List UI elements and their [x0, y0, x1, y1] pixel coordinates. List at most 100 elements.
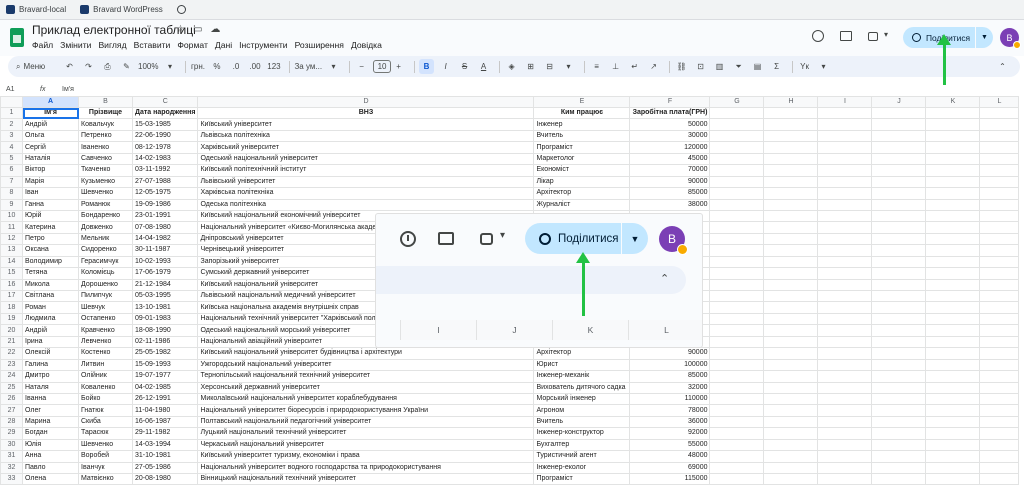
cell[interactable]: Лікар — [533, 175, 631, 189]
cell[interactable] — [763, 267, 819, 280]
cell[interactable] — [979, 358, 1020, 372]
cell[interactable]: Пилипчук — [78, 289, 133, 303]
cell[interactable] — [763, 461, 819, 475]
cell[interactable]: Бойко — [78, 392, 133, 406]
italic-button[interactable]: I — [438, 59, 453, 74]
cell[interactable]: 36000 — [629, 415, 711, 429]
cell[interactable]: 50000 — [629, 118, 711, 131]
cell[interactable]: 85000 — [629, 187, 711, 200]
cell[interactable] — [871, 415, 927, 429]
cell[interactable] — [817, 209, 873, 223]
cell[interactable]: 14-03-1994 — [131, 438, 199, 452]
cell[interactable]: Ким працює — [533, 106, 631, 120]
cell[interactable]: Олексій — [22, 347, 79, 360]
column-header[interactable]: K — [925, 96, 981, 108]
cell[interactable]: Коломієць — [78, 267, 133, 280]
cell[interactable] — [817, 267, 873, 280]
cell[interactable] — [709, 335, 765, 349]
number-format-button[interactable]: 123 — [266, 59, 281, 74]
cell[interactable]: Литвин — [78, 358, 133, 372]
cell[interactable]: 30000 — [629, 129, 711, 143]
cell[interactable]: Вчитель — [533, 129, 631, 143]
cell[interactable]: Петренко — [78, 129, 133, 143]
cell[interactable] — [817, 187, 873, 200]
cell[interactable]: Ольга — [22, 129, 79, 143]
cell[interactable] — [925, 175, 981, 189]
cell[interactable] — [925, 438, 981, 452]
version-history-icon[interactable] — [812, 30, 824, 42]
cell[interactable] — [709, 152, 765, 166]
cell[interactable] — [925, 472, 981, 486]
cell[interactable]: Микола — [22, 278, 79, 292]
cell[interactable] — [709, 141, 765, 154]
align-icon[interactable]: ≡ — [589, 59, 604, 74]
cell[interactable]: Юрист — [533, 358, 631, 372]
column-header[interactable]: J — [476, 320, 552, 340]
cell[interactable] — [925, 106, 981, 120]
cell[interactable] — [763, 221, 819, 234]
column-header[interactable]: D — [197, 96, 535, 108]
cell[interactable]: Одеська політехніка — [197, 198, 535, 211]
borders-icon[interactable]: ⊞ — [523, 59, 538, 74]
cell[interactable]: 07-08-1980 — [131, 221, 199, 234]
cell[interactable] — [709, 404, 765, 417]
cell[interactable] — [979, 289, 1020, 303]
cell[interactable] — [871, 187, 927, 200]
row-header[interactable]: 2 — [0, 118, 23, 131]
cell[interactable] — [979, 335, 1020, 349]
cell[interactable]: 19-07-1977 — [131, 370, 199, 383]
cell[interactable]: Ім'я — [22, 106, 79, 120]
cell[interactable] — [763, 450, 819, 463]
comments-icon[interactable] — [438, 232, 454, 245]
cell[interactable]: Шевчук — [78, 301, 133, 314]
collapse-toolbar-icon[interactable]: ⌃ — [660, 272, 669, 285]
menu-extensions[interactable]: Розширення — [295, 40, 344, 50]
cell[interactable]: Анна — [22, 450, 79, 463]
cell[interactable]: Київський національний університет будів… — [197, 347, 535, 360]
cell[interactable] — [709, 244, 765, 257]
cell[interactable]: ВНЗ — [197, 106, 535, 120]
cell[interactable]: 04-02-1985 — [131, 381, 199, 394]
cell[interactable] — [925, 164, 981, 177]
cell[interactable]: Київський політехнічний інститут — [197, 164, 535, 177]
cell[interactable] — [817, 324, 873, 337]
cell[interactable]: Журналіст — [533, 198, 631, 211]
cell[interactable] — [979, 209, 1020, 223]
cell[interactable]: 11-04-1980 — [131, 404, 199, 417]
cell[interactable] — [979, 312, 1020, 326]
cell[interactable] — [817, 164, 873, 177]
cell[interactable]: Воробей — [78, 450, 133, 463]
collapse-toolbar-icon[interactable]: ⌃ — [995, 59, 1010, 74]
cell[interactable] — [979, 267, 1020, 280]
cell[interactable] — [925, 129, 981, 143]
comments-icon[interactable] — [840, 31, 852, 41]
column-header[interactable]: I — [817, 96, 873, 108]
cell[interactable]: 14-04-1982 — [131, 232, 199, 246]
cell[interactable]: Ковальчук — [78, 118, 133, 131]
cell[interactable]: Савченко — [78, 152, 133, 166]
cell[interactable] — [979, 450, 1020, 463]
cell[interactable] — [979, 370, 1020, 383]
font-size-decrease-button[interactable]: − — [354, 59, 369, 74]
cell[interactable] — [871, 438, 927, 452]
cell[interactable]: 21-12-1984 — [131, 278, 199, 292]
cell[interactable] — [817, 301, 873, 314]
cell[interactable]: 27-05-1986 — [131, 461, 199, 475]
cell[interactable]: 48000 — [629, 450, 711, 463]
column-header[interactable]: B — [78, 96, 133, 108]
cell[interactable] — [709, 301, 765, 314]
row-header[interactable]: 28 — [0, 415, 23, 429]
cell[interactable] — [709, 450, 765, 463]
cell[interactable] — [817, 278, 873, 292]
row-header[interactable]: 14 — [0, 255, 23, 269]
cell[interactable] — [979, 427, 1020, 440]
cell[interactable]: 22-06-1990 — [131, 129, 199, 143]
cell[interactable] — [763, 312, 819, 326]
share-dropdown-button[interactable]: ▼ — [622, 223, 648, 254]
row-header[interactable]: 23 — [0, 358, 23, 372]
cell[interactable]: Морський інженер — [533, 392, 631, 406]
bold-button[interactable]: B — [419, 59, 435, 74]
cell[interactable]: 30-11-1987 — [131, 244, 199, 257]
strikethrough-button[interactable]: S — [457, 59, 472, 74]
cell[interactable] — [817, 461, 873, 475]
